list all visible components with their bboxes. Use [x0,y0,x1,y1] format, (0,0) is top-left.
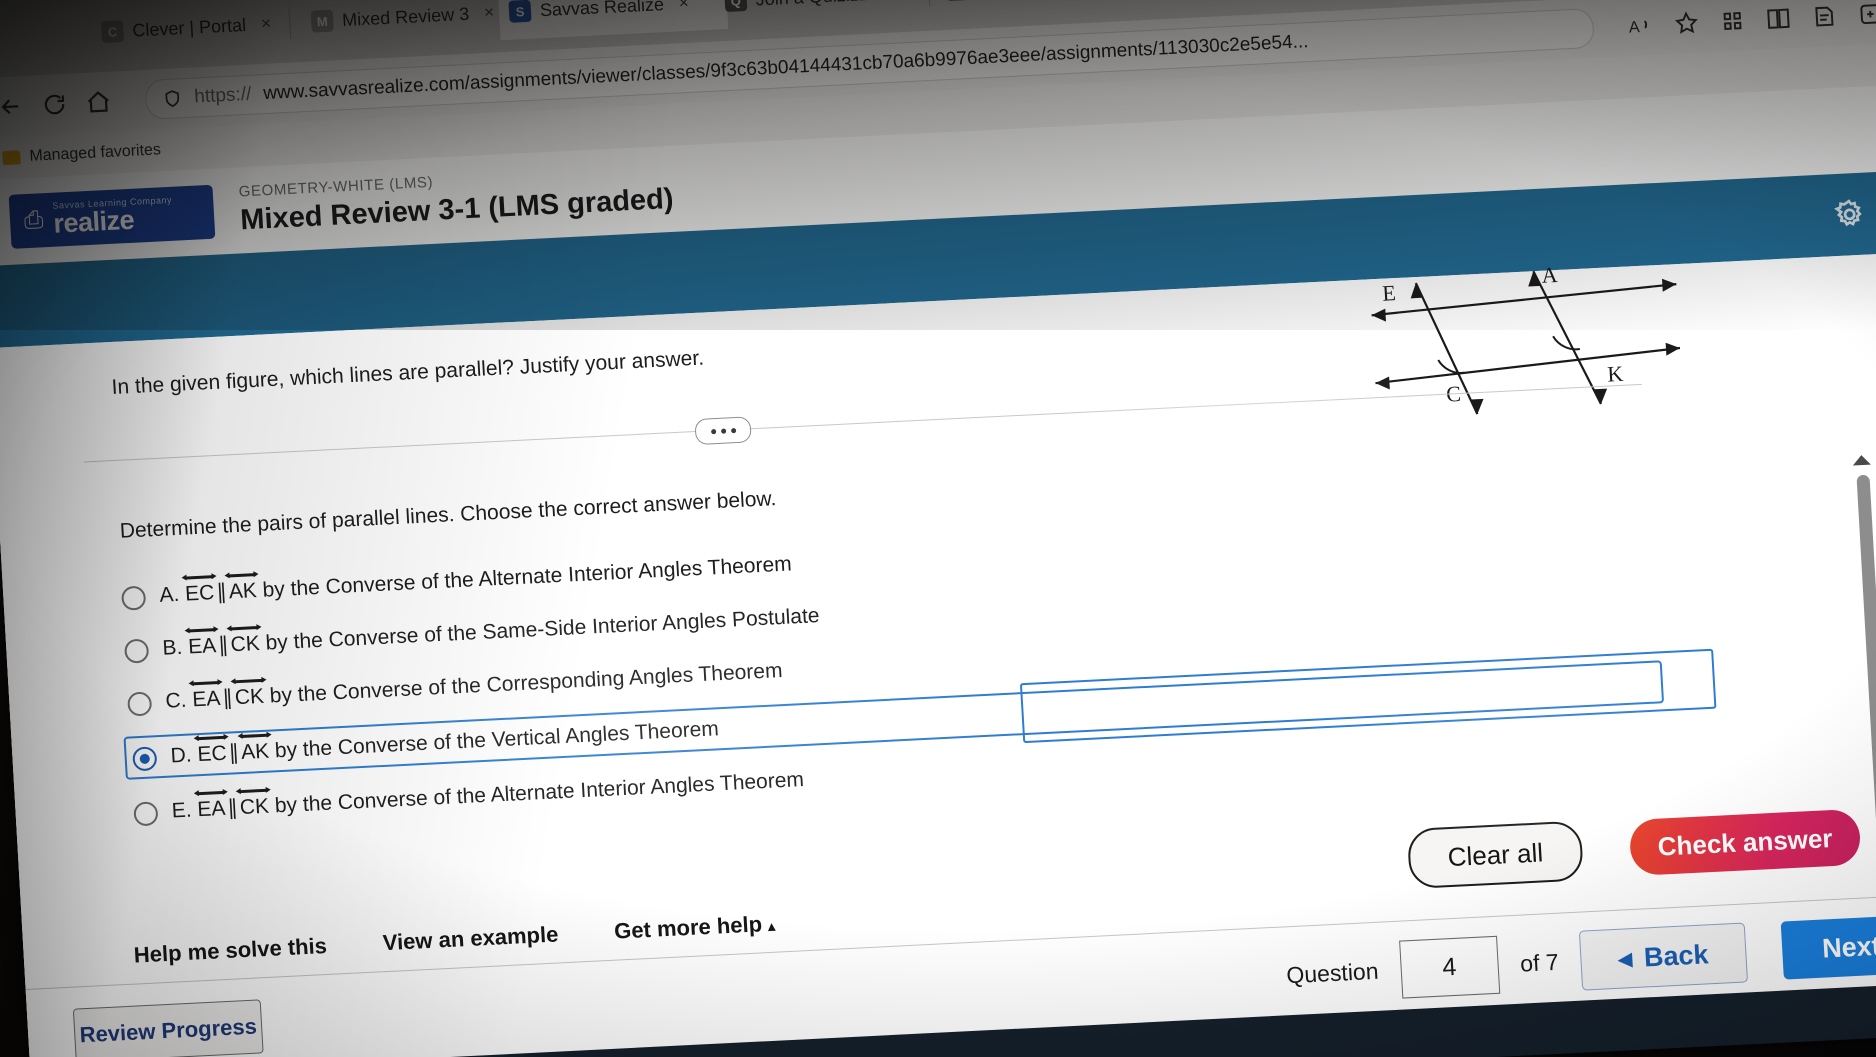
toolbar-right-icons: A [1627,0,1876,39]
next-button[interactable]: Next ▸ [1780,913,1876,980]
laptop-screen: C Clever | Portal × M Mixed Review 3 × S… [0,0,1876,1057]
shield-icon [165,90,180,108]
choice-text: by the Converse of the Vertical Angles T… [274,717,720,763]
segment-ea: EA [197,788,228,822]
segment-ck: CK [239,786,272,820]
choice-text: by the Converse of the Alternate Interio… [261,552,793,602]
scroll-up-arrow-icon[interactable] [1852,454,1871,466]
question-instruction: Determine the pairs of parallel lines. C… [119,487,777,543]
close-icon[interactable]: × [906,0,917,2]
favorite-star-icon[interactable] [1673,10,1700,37]
segment-ak: AK [228,570,260,604]
question-total-label: of 7 [1519,948,1560,977]
radio-e[interactable] [133,801,159,827]
action-buttons: Clear all Check answer [1406,807,1862,890]
savvas-icon: S [508,0,532,23]
choice-letter: B. [161,635,184,660]
angle-arc-left [1437,359,1465,374]
view-an-example-link[interactable]: View an example [382,921,559,956]
review-progress-button[interactable]: Review Progress [72,999,264,1057]
question-number-input[interactable]: 4 [1398,935,1500,999]
get-more-help-link[interactable]: Get more help ▴ [613,911,775,945]
segment-ck: CK [234,676,267,710]
geometry-figure: E A C K [1371,262,1681,415]
read-aloud-icon[interactable]: A [1627,12,1654,39]
choice-text: by the Converse of the Corresponding Ang… [269,659,784,708]
browser-essentials-icon[interactable] [1811,3,1838,30]
tab-label: Savvas Realize [539,0,665,20]
radio-b[interactable] [123,638,150,664]
collections-icon[interactable] [1719,7,1746,34]
close-icon[interactable]: × [678,0,689,13]
savvas-realize-app: ⎙ Savvas Learning Company realize GEOMET… [0,82,1876,1057]
more-options-icon[interactable] [694,416,752,446]
quizizz-icon: Q [945,0,970,2]
url-scheme: https:// [193,83,252,108]
bookmark-label[interactable]: Managed favorites [29,141,162,166]
help-me-solve-this-link[interactable]: Help me solve this [133,933,327,969]
check-answer-button[interactable]: Check answer [1628,808,1862,877]
question-panel: In the given figure, which lines are par… [0,250,1876,1057]
browser-tab[interactable]: Q Summary - Quiz × [1159,0,1386,7]
choice-text: by the Converse of the Same-Side Interio… [264,604,821,655]
figure-label-a: A [1541,262,1558,288]
chevron-up-icon: ▴ [767,917,776,935]
back-icon[interactable] [0,93,24,120]
question-prompt: In the given figure, which lines are par… [111,346,705,399]
vertical-scrollbar[interactable] [1850,454,1876,955]
back-button[interactable]: ◂ Back [1578,922,1749,991]
realize-logo[interactable]: ⎙ Savvas Learning Company realize [8,184,216,249]
choice-letter: C. [164,688,188,713]
back-chevron-icon: ◂ [1617,942,1633,974]
segment-ak: AK [240,731,272,765]
choice-text: by the Converse of the Alternate Interio… [274,768,805,818]
figure-label-k: K [1607,361,1624,387]
add-tab-icon[interactable] [1857,0,1876,27]
browser-tab[interactable]: Q Join a Quizizz ac × [713,0,946,30]
tab-label: Mixed Review 3 [341,3,470,30]
clear-all-button[interactable]: Clear all [1406,820,1584,890]
choice-letter: D. [170,743,193,768]
question-label: Question [1285,957,1380,988]
folder-icon [2,150,21,166]
segment-ea: EA [187,626,219,659]
gear-icon[interactable] [1832,197,1868,233]
quizizz-icon: Q [724,0,748,13]
figure-label-e: E [1382,280,1397,306]
radio-d[interactable] [132,746,158,772]
browser-tab[interactable]: C Clever | Portal × [90,0,303,61]
radio-a[interactable] [120,585,147,611]
choice-letter: A. [158,582,181,607]
radio-c[interactable] [126,691,153,717]
browser-tab-active[interactable]: S Savvas Realize × [497,0,729,41]
segment-ck: CK [230,623,263,657]
plain-icon: M [310,9,334,33]
browser-tab[interactable]: Q Join a Quizizz ac × [935,0,1168,18]
split-screen-icon[interactable] [1765,5,1792,32]
browser-tab[interactable]: M Mixed Review 3 × [300,0,513,50]
close-icon[interactable]: × [484,3,495,23]
svg-text:A: A [1628,18,1640,37]
segment-ec: EC [184,573,217,606]
refresh-icon[interactable] [41,91,68,118]
segment-ec: EC [197,733,229,767]
laptop-photo: C Clever | Portal × M Mixed Review 3 × S… [0,0,1876,1057]
close-icon[interactable]: × [260,14,271,34]
realize-mark-icon: ⎙ [23,206,45,235]
logo-wordmark: realize [52,204,135,239]
segment-ea: EA [192,678,223,712]
plain-icon: C [100,20,125,44]
tab-label: Join a Quizizz ac [755,0,892,10]
choice-letter: E. [171,798,193,823]
home-icon[interactable] [85,89,112,116]
tab-label: Clever | Portal [131,14,247,41]
